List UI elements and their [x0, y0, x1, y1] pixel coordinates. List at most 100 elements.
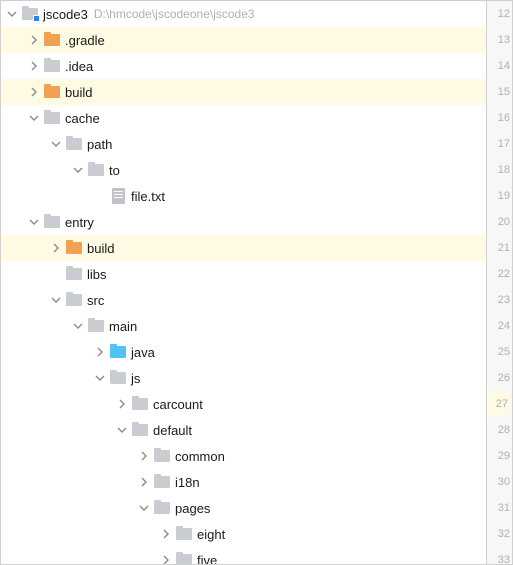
indent [71, 534, 93, 535]
indent [27, 196, 49, 197]
folder-row[interactable]: .gradle [1, 27, 486, 53]
chevron-right-icon[interactable] [27, 85, 41, 99]
folder-row[interactable]: to [1, 157, 486, 183]
chevron-right-icon[interactable] [137, 449, 151, 463]
folder-row[interactable]: build [1, 235, 486, 261]
chevron-down-icon[interactable] [27, 215, 41, 229]
folder-row[interactable]: java [1, 339, 486, 365]
folder-row[interactable]: pages [1, 495, 486, 521]
chevron-right-icon[interactable] [115, 397, 129, 411]
indent [5, 118, 27, 119]
folder-row[interactable]: carcount [1, 391, 486, 417]
item-label: src [87, 293, 104, 308]
folder-icon [153, 499, 171, 517]
chevron-down-icon[interactable] [27, 111, 41, 125]
module-folder-icon [21, 5, 39, 23]
indent [49, 378, 71, 379]
item-label: build [87, 241, 114, 256]
indent [27, 248, 49, 249]
item-label: common [175, 449, 225, 464]
indent [49, 326, 71, 327]
indent [93, 560, 115, 561]
ide-panel: jscode3D:\hmcode\jscodeone\jscode3 .gradl… [0, 0, 513, 565]
folder-row[interactable]: i18n [1, 469, 486, 495]
indent [27, 144, 49, 145]
chevron-right-icon[interactable] [159, 553, 173, 564]
indent [27, 300, 49, 301]
indent [5, 274, 27, 275]
chevron-right-icon[interactable] [49, 241, 63, 255]
indent [49, 534, 71, 535]
chevron-down-icon[interactable] [137, 501, 151, 515]
indent [27, 534, 49, 535]
project-root-row[interactable]: jscode3D:\hmcode\jscodeone\jscode3 [1, 1, 486, 27]
chevron-right-icon[interactable] [93, 345, 107, 359]
project-tree[interactable]: jscode3D:\hmcode\jscodeone\jscode3 .gradl… [1, 1, 486, 564]
indent [49, 404, 71, 405]
folder-icon [43, 109, 61, 127]
indent [27, 326, 49, 327]
folder-icon [87, 161, 105, 179]
folder-icon [109, 369, 127, 387]
indent [5, 170, 27, 171]
folder-row[interactable]: js [1, 365, 486, 391]
indent [5, 508, 27, 509]
indent [5, 196, 27, 197]
chevron-down-icon[interactable] [5, 7, 19, 21]
indent [71, 430, 93, 431]
indent [71, 482, 93, 483]
folder-row[interactable]: default [1, 417, 486, 443]
chevron-down-icon[interactable] [49, 137, 63, 151]
indent [27, 404, 49, 405]
folder-row[interactable]: common [1, 443, 486, 469]
indent [93, 404, 115, 405]
indent [27, 352, 49, 353]
indent [5, 300, 27, 301]
item-label: pages [175, 501, 210, 516]
indent [115, 560, 137, 561]
folder-row[interactable]: .idea [1, 53, 486, 79]
indent [5, 222, 27, 223]
line-number: 15 [498, 79, 510, 105]
indent [93, 456, 115, 457]
folder-row[interactable]: eight [1, 521, 486, 547]
file-row[interactable]: file.txt [1, 183, 486, 209]
indent [27, 456, 49, 457]
indent [5, 144, 27, 145]
indent [137, 560, 159, 561]
chevron-down-icon[interactable] [71, 319, 85, 333]
chevron-right-icon[interactable] [27, 33, 41, 47]
indent [27, 274, 49, 275]
indent [115, 482, 137, 483]
item-label: .gradle [65, 33, 105, 48]
line-number: 21 [498, 235, 510, 261]
indent [71, 404, 93, 405]
folder-row[interactable]: path [1, 131, 486, 157]
chevron-down-icon[interactable] [49, 293, 63, 307]
folder-row[interactable]: main [1, 313, 486, 339]
folder-row[interactable]: cache [1, 105, 486, 131]
chevron-down-icon[interactable] [93, 371, 107, 385]
indent [115, 456, 137, 457]
item-label: js [131, 371, 140, 386]
line-gutter: 1213141516171819202122232425262728293031… [486, 1, 512, 564]
item-label: carcount [153, 397, 203, 412]
chevron-right-icon[interactable] [159, 527, 173, 541]
chevron-down-icon[interactable] [71, 163, 85, 177]
indent [5, 352, 27, 353]
line-number: 26 [498, 365, 510, 391]
folder-row[interactable]: entry [1, 209, 486, 235]
line-number: 18 [498, 157, 510, 183]
item-label: path [87, 137, 112, 152]
chevron-right-icon[interactable] [137, 475, 151, 489]
chevron-right-icon[interactable] [27, 59, 41, 73]
chevron-down-icon[interactable] [115, 423, 129, 437]
indent [5, 326, 27, 327]
folder-row[interactable]: libs [1, 261, 486, 287]
item-label: java [131, 345, 155, 360]
folder-icon [109, 343, 127, 361]
folder-row[interactable]: build [1, 79, 486, 105]
folder-row[interactable]: src [1, 287, 486, 313]
folder-row[interactable]: five [1, 547, 486, 564]
line-number: 25 [498, 339, 510, 365]
